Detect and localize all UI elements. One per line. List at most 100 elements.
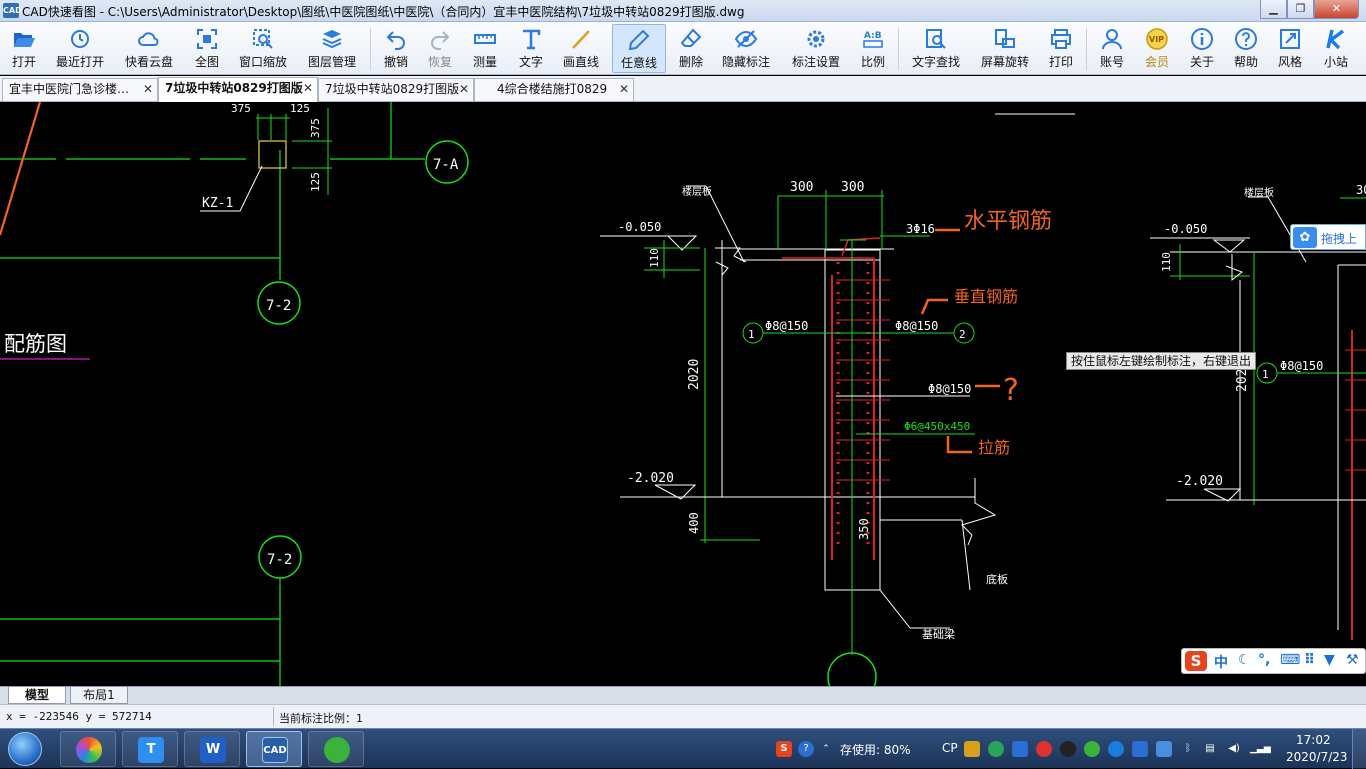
dim-label: 300: [790, 180, 813, 195]
sogou-tray-icon[interactable]: S: [776, 741, 792, 757]
cp-indicator[interactable]: CP: [942, 741, 958, 755]
cloud-disk-button[interactable]: 快看云盘: [120, 24, 178, 73]
about-label: 关于: [1189, 55, 1214, 69]
measure-button[interactable]: 测量: [466, 24, 504, 73]
netease-music-icon[interactable]: [1036, 741, 1052, 757]
tab-document-1[interactable]: 宜丰中医院门急诊楼… ✕: [2, 78, 158, 101]
qq-tray-icon[interactable]: [1060, 741, 1076, 757]
cloud-disk-label: 快看云盘: [124, 55, 173, 69]
arrow-tray-icon[interactable]: ⌃: [818, 741, 834, 757]
printer-icon: [1051, 29, 1071, 49]
tray-app-icon[interactable]: [1108, 741, 1124, 757]
tab-document-2[interactable]: 7垃圾中转站0829打图版 ✕: [158, 77, 318, 102]
close-button[interactable]: ✕: [1314, 0, 1359, 19]
help-button[interactable]: 帮助: [1228, 24, 1264, 73]
recent-open-button[interactable]: 最近打开: [52, 24, 108, 73]
skin-shirt-icon[interactable]: ▼: [1324, 652, 1335, 668]
tab-layout1[interactable]: 布局1: [70, 687, 128, 704]
vip-button[interactable]: VIP 会员: [1138, 24, 1176, 73]
minimize-button[interactable]: ▁: [1260, 0, 1287, 19]
close-tab-icon[interactable]: ✕: [303, 78, 313, 99]
bluetooth-icon[interactable]: ᛒ: [1180, 741, 1196, 757]
close-tab-icon[interactable]: ✕: [459, 79, 469, 100]
taskbar-app-photo[interactable]: [60, 731, 116, 767]
network-signal-icon[interactable]: ▁▃▅: [1250, 741, 1271, 757]
tab-label: 宜丰中医院门急诊楼…: [9, 82, 130, 96]
drag-upload-widget[interactable]: ✿ 拖拽上: [1290, 224, 1366, 250]
tab-document-3[interactable]: 7垃圾中转站0829打图版 ✕: [318, 78, 474, 101]
text-button[interactable]: 文字: [512, 24, 550, 73]
fit-all-button[interactable]: 全图: [188, 24, 226, 73]
cursor-coordinates: x = -223546 y = 572714: [6, 710, 152, 723]
tray-app-icon[interactable]: [964, 741, 980, 757]
text-search-button[interactable]: 文字查找: [906, 24, 966, 73]
redo-button[interactable]: 恢复: [422, 24, 458, 73]
print-button[interactable]: 打印: [1042, 24, 1080, 73]
screen-rotate-button[interactable]: 屏幕旋转: [976, 24, 1034, 73]
hide-annotations-button[interactable]: 隐藏标注: [716, 24, 776, 73]
account-label: 账号: [1099, 55, 1124, 69]
foundation-beam-label: 基础梁: [922, 627, 955, 641]
undo-button[interactable]: 撤销: [378, 24, 414, 73]
about-button[interactable]: 关于: [1184, 24, 1220, 73]
taskbar-app-wps[interactable]: W: [184, 731, 240, 767]
redo-label: 恢复: [427, 55, 452, 69]
wechat-tray-icon[interactable]: [1084, 741, 1100, 757]
dim-label: 110: [1160, 252, 1173, 272]
baidu-cloud-tray-icon[interactable]: [1156, 741, 1172, 757]
zoom-window-button[interactable]: 窗口缩放: [234, 24, 292, 73]
style-button[interactable]: 风格: [1272, 24, 1308, 73]
account-button[interactable]: 账号: [1094, 24, 1130, 73]
scale-button[interactable]: A:B 比例: [854, 24, 892, 73]
device-icon[interactable]: ▤: [1202, 741, 1218, 757]
site-button[interactable]: 小站: [1316, 24, 1356, 73]
show-desktop-button[interactable]: [1352, 729, 1366, 769]
memory-usage[interactable]: 存使用: 80%: [840, 741, 911, 758]
open-button[interactable]: 打开: [4, 24, 44, 73]
rebar-label: Φ8@150: [895, 319, 938, 333]
annotation-settings-button[interactable]: 标注设置: [786, 24, 846, 73]
clock-time[interactable]: 17:02: [1296, 733, 1331, 747]
note-tie-rebar: 拉筋: [978, 438, 1010, 457]
tab-model[interactable]: 模型: [8, 687, 66, 704]
ime-mode-label[interactable]: 中: [1214, 652, 1228, 672]
tray-app-icon[interactable]: [1012, 741, 1028, 757]
keyboard-icon[interactable]: ⌨: [1280, 652, 1300, 668]
help-icon: [1235, 28, 1257, 50]
tray-app-icon[interactable]: [988, 741, 1004, 757]
dim-label: 375: [231, 102, 251, 115]
taskbar-app-wechat[interactable]: [308, 731, 364, 767]
tray-app-icon[interactable]: [1132, 741, 1148, 757]
windows-logo-icon: [8, 732, 42, 766]
ime-toolbar[interactable]: S 中 ☾ °, ⌨ ⠿ ▼ ⚒: [1181, 648, 1366, 674]
delete-button[interactable]: 删除: [674, 24, 708, 73]
volume-icon[interactable]: ◀): [1226, 741, 1242, 757]
start-button[interactable]: [3, 730, 49, 768]
eraser-icon: [680, 28, 702, 47]
command-hint: 按住鼠标左键绘制标注，右键退出: [1066, 352, 1257, 370]
line-icon: [572, 30, 590, 49]
close-tab-icon[interactable]: ✕: [143, 79, 153, 100]
draw-line-button[interactable]: 画直线: [558, 24, 604, 73]
drawing-canvas[interactable]: 375 125 375 125 KZ-1 7-A 7-2 配筋图 7-2 -0.…: [0, 102, 1366, 686]
wrench-icon[interactable]: ⚒: [1346, 652, 1359, 668]
windows-taskbar: T W CAD S ? ⌃ 存使用: 80% CP ᛒ ▤ ◀) ▁▃▅ 17:…: [0, 728, 1366, 769]
moon-icon[interactable]: ☾: [1238, 652, 1251, 668]
axis-label: 7-2: [267, 552, 292, 568]
undo-icon: [386, 31, 405, 50]
layer-manager-button[interactable]: 图层管理: [302, 24, 362, 73]
bottom-slab-label: 底板: [986, 572, 1008, 586]
punctuation-icon[interactable]: °,: [1258, 652, 1270, 668]
freehand-line-button[interactable]: 任意线: [612, 24, 666, 73]
clock-date[interactable]: 2020/7/23: [1286, 750, 1348, 764]
tab-document-4[interactable]: 4综合楼结施打0829 ✕: [474, 78, 634, 101]
taskbar-app-typora[interactable]: T: [122, 731, 178, 767]
freehand-line-label: 任意线: [620, 56, 657, 70]
grid-icon[interactable]: ⠿: [1304, 652, 1315, 668]
taskbar-app-cad[interactable]: CAD: [246, 731, 302, 767]
help-tray-icon[interactable]: ?: [798, 741, 814, 757]
close-tab-icon[interactable]: ✕: [619, 79, 629, 100]
photo-app-icon: [76, 737, 102, 763]
maximize-button[interactable]: ❐: [1287, 0, 1314, 19]
rebar-label: Φ8@150: [1280, 359, 1323, 373]
